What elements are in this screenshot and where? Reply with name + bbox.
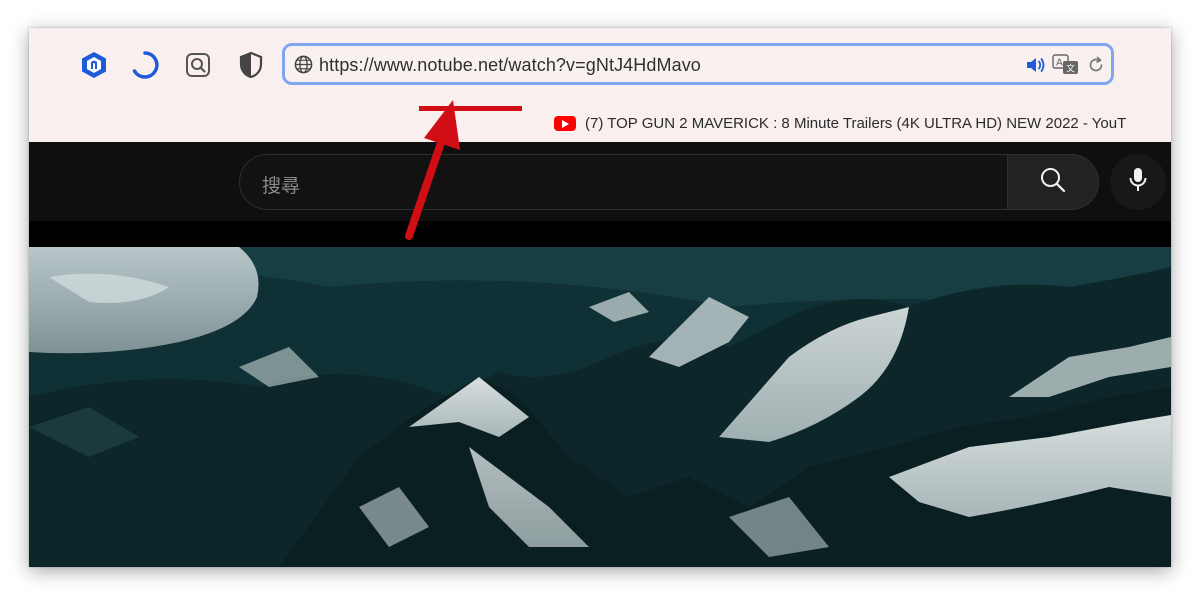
voice-search-button[interactable]: [1110, 154, 1166, 210]
browser-window: https://www.notube.net/watch?v=gNtJ4HdMa…: [29, 28, 1171, 567]
globe-icon: [294, 55, 313, 79]
browser-toolbar: https://www.notube.net/watch?v=gNtJ4HdMa…: [29, 28, 1171, 142]
search-placeholder: 搜尋: [262, 176, 301, 197]
microphone-icon: [1128, 166, 1148, 199]
tab-favorite-item[interactable]: (7) TOP GUN 2 MAVERICK : 8 Minute Traile…: [554, 112, 1126, 134]
youtube-header: 搜尋: [29, 142, 1171, 221]
url-bar[interactable]: https://www.notube.net/watch?v=gNtJ4HdMa…: [282, 43, 1114, 85]
extension-hexagon-icon[interactable]: [79, 50, 109, 80]
url-text[interactable]: https://www.notube.net/watch?v=gNtJ4HdMa…: [319, 55, 701, 76]
privacy-shield-icon[interactable]: [236, 50, 266, 80]
search-input[interactable]: 搜尋: [239, 154, 1007, 210]
speaker-icon[interactable]: [1025, 56, 1047, 79]
search-icon: [1039, 166, 1067, 199]
page-gap: [29, 221, 1171, 247]
loading-spinner-icon: [130, 50, 160, 80]
search-extension-icon[interactable]: [183, 50, 213, 80]
domain-highlight-underline: [419, 106, 522, 111]
translate-icon[interactable]: A 文: [1052, 54, 1080, 81]
mountain-landscape-image: [29, 247, 1171, 567]
svg-text:文: 文: [1066, 63, 1075, 75]
reload-icon[interactable]: [1087, 56, 1105, 79]
svg-text:A: A: [1056, 58, 1063, 69]
search-button[interactable]: [1007, 154, 1099, 210]
youtube-logo-icon: [554, 115, 576, 131]
video-frame-mountains[interactable]: [29, 247, 1171, 567]
tab-title: (7) TOP GUN 2 MAVERICK : 8 Minute Traile…: [585, 114, 1127, 132]
